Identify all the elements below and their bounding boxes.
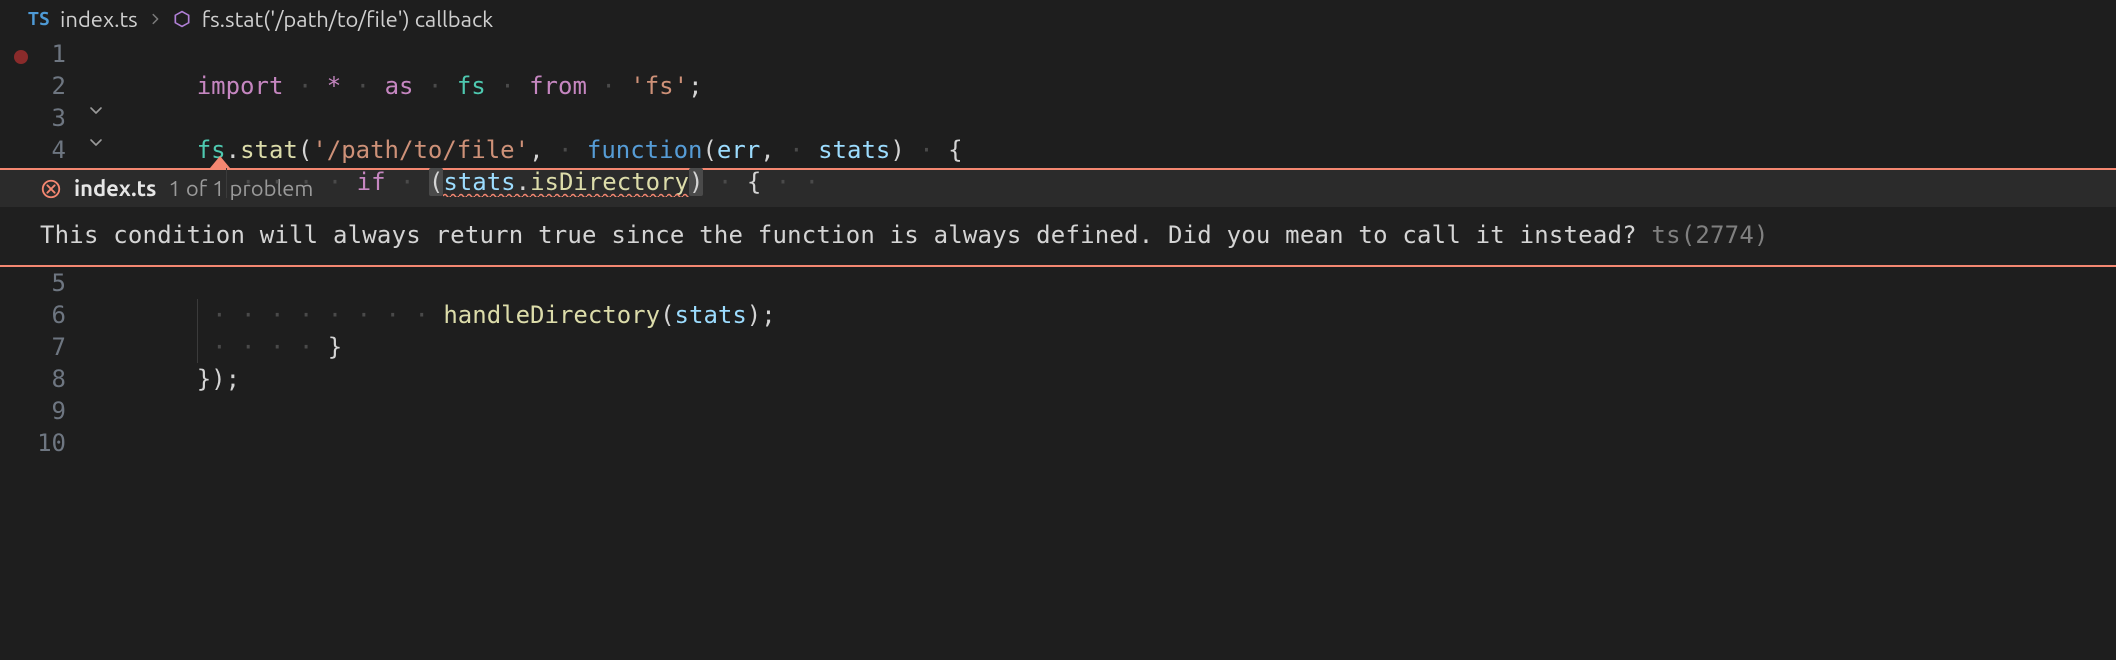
property-isDirectory: isDirectory [530,168,689,196]
breadcrumb-file[interactable]: index.ts [60,7,138,32]
breadcrumb-symbol[interactable]: fs.stat('/path/to/file') callback [202,7,494,32]
line-number: 1 [0,38,82,70]
whitespace-dot: · · · · [227,168,357,196]
code-line[interactable]: 5 · · · · · · · · handleDirectory(stats)… [0,267,2116,299]
whitespace-dot: · [386,168,429,196]
keyword-if: if [357,168,386,196]
code-line[interactable]: 6 · · · · } [0,299,2116,331]
whitespace-dot: · · [761,168,833,196]
line-number: 2 [0,70,82,102]
line-number: 6 [0,299,82,331]
fold-chevron-down-icon[interactable] [82,102,110,118]
code-line[interactable]: 1 import · * · as · fs · from · 'fs'; [0,38,2116,70]
line-number: 10 [0,427,82,459]
code-line[interactable]: 9 [0,395,2116,427]
editor[interactable]: 1 import · * · as · fs · from · 'fs'; 2 … [0,38,2116,459]
code-line[interactable]: 3 fs.stat('/path/to/file', · function(er… [0,102,2116,134]
error-squiggle[interactable]: stats.isDirectory [443,166,689,198]
code-line-error[interactable]: 4 · · · · if · (stats.isDirectory) · { ·… [0,134,2116,166]
line-number: 8 [0,363,82,395]
dot: . [516,168,530,196]
symbol-method-icon [172,9,192,29]
chevron-right-icon [148,12,162,26]
code-line[interactable]: 8 [0,363,2116,395]
typescript-language-icon: TS [28,9,50,29]
line-number: 7 [0,331,82,363]
code-line[interactable]: 2 [0,70,2116,102]
identifier-stats: stats [443,168,515,196]
whitespace-dot: · [703,168,746,196]
line-number: 3 [0,102,82,134]
line-number: 5 [0,267,82,299]
breadcrumb[interactable]: TS index.ts fs.stat('/path/to/file') cal… [0,0,2116,38]
line-number: 9 [0,395,82,427]
fold-chevron-down-icon[interactable] [82,134,110,150]
paren-close-matched: ) [689,168,703,196]
error-pointer-icon [210,156,230,168]
brace-open: { [747,168,761,196]
code-line[interactable]: 7 }); [0,331,2116,363]
error-circle-icon [40,178,62,200]
line-number: 4 [0,134,82,166]
code-line[interactable]: 10 [0,427,2116,459]
problem-code: ts(2774) [1651,221,1768,249]
paren-open-matched: ( [429,168,443,196]
